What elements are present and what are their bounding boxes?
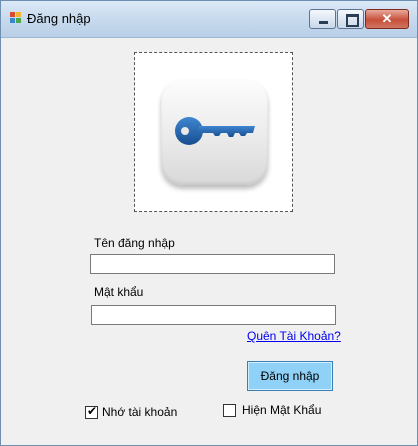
forgot-account-link[interactable]: Quên Tài Khoản? (247, 329, 341, 343)
close-icon: ✕ (381, 11, 393, 26)
minimize-button[interactable] (309, 9, 336, 29)
password-label: Mật khẩu (94, 285, 144, 299)
maximize-button[interactable] (337, 9, 364, 29)
window-title: Đăng nhập (27, 11, 91, 26)
login-window: Đăng nhập ✕ Tên đăng nhập Mật khẩu Quên … (0, 0, 418, 446)
checkmark-icon: ✔ (87, 403, 98, 418)
remember-label: Nhớ tài khoản (102, 405, 178, 419)
remember-checkbox-box[interactable]: ✔ (85, 403, 98, 419)
login-button[interactable]: Đăng nhập (247, 361, 333, 391)
username-input[interactable] (90, 254, 335, 274)
show-password-checkbox[interactable]: Hiện Mật Khẩu (223, 403, 321, 417)
minimize-icon (319, 21, 328, 24)
caption-buttons: ✕ (308, 9, 409, 31)
key-tile (161, 79, 268, 185)
password-input[interactable] (91, 305, 336, 325)
show-password-checkbox-box[interactable] (223, 403, 236, 417)
title-bar[interactable]: Đăng nhập ✕ (1, 1, 417, 38)
key-picture-box (134, 52, 293, 212)
app-window-icon (10, 12, 22, 24)
show-password-label: Hiện Mật Khẩu (242, 403, 322, 417)
remember-account-checkbox[interactable]: ✔ Nhớ tài khoản (85, 403, 178, 419)
username-label: Tên đăng nhập (94, 236, 175, 250)
blue-key-icon (175, 117, 255, 145)
maximize-icon (346, 14, 359, 27)
close-button[interactable]: ✕ (365, 9, 409, 29)
